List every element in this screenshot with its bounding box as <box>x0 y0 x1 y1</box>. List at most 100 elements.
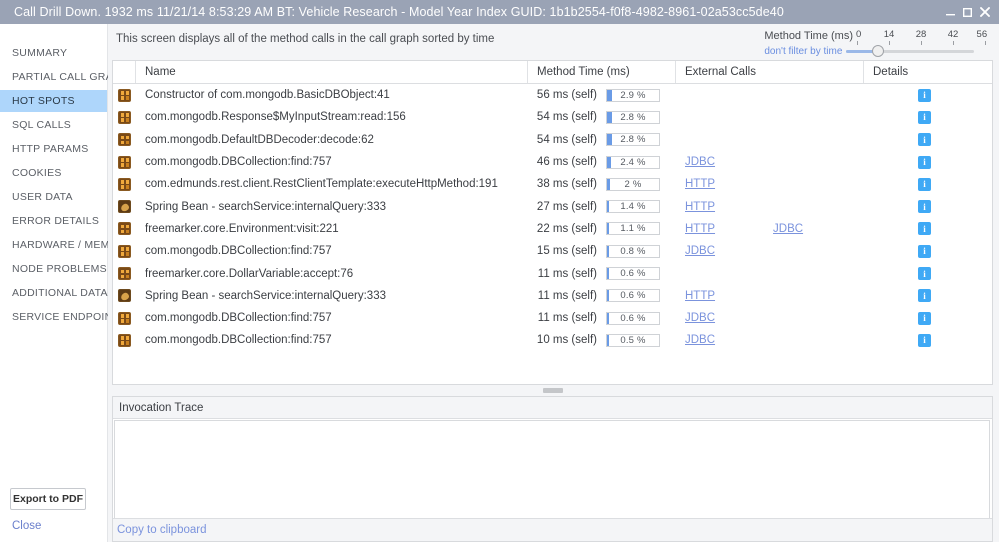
sidebar-item-http-params[interactable]: HTTP PARAMS <box>0 138 107 160</box>
table-row[interactable]: com.mongodb.DBCollection:find:757 46 ms (… <box>113 151 992 173</box>
column-header-name[interactable]: Name <box>136 61 528 83</box>
external-calls-cell <box>676 84 864 106</box>
info-icon[interactable]: i <box>918 200 931 214</box>
toolbar: This screen displays all of the method c… <box>112 24 993 60</box>
method-name-cell[interactable]: com.mongodb.DBCollection:find:757 <box>136 240 528 262</box>
external-calls-cell: HTTP <box>676 173 864 195</box>
method-time-cell: 11 ms (self) 0.6 % <box>528 285 676 307</box>
table-row[interactable]: com.mongodb.DBCollection:find:757 11 ms (… <box>113 307 992 329</box>
sidebar-item-sql-calls[interactable]: SQL CALLS <box>0 114 107 136</box>
export-to-pdf-button[interactable]: Export to PDF <box>10 488 86 510</box>
sidebar-item-hot-spots[interactable]: HOT SPOTS <box>0 90 107 112</box>
method-name-cell[interactable]: com.mongodb.DBCollection:find:757 <box>136 329 528 351</box>
method-time-cell: 22 ms (self) 1.1 % <box>528 218 676 240</box>
method-grid-icon <box>118 267 131 281</box>
details-cell: i <box>864 285 992 307</box>
method-name-cell[interactable]: freemarker.core.DollarVariable:accept:76 <box>136 262 528 284</box>
sidebar-item-error-details[interactable]: ERROR DETAILS <box>0 210 107 232</box>
sidebar-item-summary[interactable]: SUMMARY <box>0 42 107 64</box>
percent-bar-label: 1.1 % <box>620 223 646 235</box>
info-icon[interactable]: i <box>918 177 931 191</box>
method-name-cell[interactable]: Spring Bean - searchService:internalQuer… <box>136 195 528 217</box>
external-calls-cell: HTTP <box>676 195 864 217</box>
details-cell: i <box>864 307 992 329</box>
method-name-cell[interactable]: com.edmunds.rest.client.RestClientTempla… <box>136 173 528 195</box>
table-row[interactable]: com.mongodb.DBCollection:find:757 15 ms (… <box>113 240 992 262</box>
percent-bar-label: 0.5 % <box>620 334 646 346</box>
call-drill-down-window: Call Drill Down. 1932 ms 11/21/14 8:53:2… <box>0 0 999 542</box>
close-link[interactable]: Close <box>12 520 107 532</box>
spring-bean-icon <box>118 289 131 303</box>
table-row[interactable]: com.mongodb.Response$MyInputStream:read:… <box>113 106 992 128</box>
external-call-link[interactable]: JDBC <box>685 156 715 168</box>
close-icon[interactable] <box>976 2 993 22</box>
external-call-link[interactable]: HTTP <box>685 201 715 213</box>
sidebar-item-partial-call-graph[interactable]: PARTIAL CALL GRAPH <box>0 66 128 88</box>
table-row[interactable]: Constructor of com.mongodb.BasicDBObject… <box>113 84 992 106</box>
column-header-external-calls[interactable]: External Calls <box>676 61 864 83</box>
info-icon[interactable]: i <box>918 244 931 258</box>
percent-bar-label: 2.4 % <box>620 156 646 168</box>
sidebar-item-additional-data[interactable]: ADDITIONAL DATA <box>0 282 107 304</box>
method-name-cell[interactable]: com.mongodb.DBCollection:find:757 <box>136 151 528 173</box>
method-name-cell[interactable]: Constructor of com.mongodb.BasicDBObject… <box>136 84 528 106</box>
table-row[interactable]: com.mongodb.DefaultDBDecoder:decode:62 54… <box>113 129 992 151</box>
sidebar-item-cookies[interactable]: COOKIES <box>0 162 107 184</box>
table-row[interactable]: Spring Bean - searchService:internalQuer… <box>113 285 992 307</box>
method-name-cell[interactable]: com.mongodb.DBCollection:find:757 <box>136 307 528 329</box>
sidebar-item-service-endpoints[interactable]: SERVICE ENDPOINTS <box>0 306 126 328</box>
dont-filter-by-time-link[interactable]: don't filter by time <box>764 46 842 57</box>
table-row[interactable]: Spring Bean - searchService:internalQuer… <box>113 195 992 217</box>
info-icon[interactable]: i <box>918 289 931 303</box>
sidebar-item-node-problems[interactable]: NODE PROBLEMS <box>0 258 107 280</box>
external-call-link[interactable]: JDBC <box>685 334 715 346</box>
table-row[interactable]: com.edmunds.rest.client.RestClientTempla… <box>113 173 992 195</box>
column-header-method-time[interactable]: Method Time (ms) <box>528 61 676 83</box>
method-name-cell[interactable]: freemarker.core.Environment:visit:221 <box>136 218 528 240</box>
method-name-cell[interactable]: com.mongodb.Response$MyInputStream:read:… <box>136 106 528 128</box>
external-call-link-secondary[interactable]: JDBC <box>773 223 803 235</box>
method-time-percent-bar: 0.6 % <box>606 267 660 281</box>
method-time-slider[interactable] <box>846 45 975 57</box>
info-icon[interactable]: i <box>918 133 931 147</box>
info-icon[interactable]: i <box>918 267 931 281</box>
minimize-icon[interactable] <box>942 2 959 22</box>
external-call-link[interactable]: JDBC <box>685 245 715 257</box>
filter-scale-row: Method Time (ms) 0 14 28 42 56 <box>764 29 987 45</box>
method-time-filter: Method Time (ms) 0 14 28 42 56 don't filter … <box>764 29 993 57</box>
external-call-link[interactable]: HTTP <box>685 223 715 235</box>
splitter-handle[interactable] <box>542 388 563 393</box>
method-name-cell[interactable]: com.mongodb.DefaultDBDecoder:decode:62 <box>136 129 528 151</box>
sidebar-item-user-data[interactable]: USER DATA <box>0 186 107 208</box>
invocation-trace-content[interactable] <box>114 420 990 518</box>
panel-splitter[interactable] <box>112 385 993 397</box>
copy-to-clipboard-link[interactable]: Copy to clipboard <box>117 524 207 536</box>
info-icon[interactable]: i <box>918 311 931 325</box>
row-icon-cell <box>113 218 136 240</box>
row-icon-cell <box>113 84 136 106</box>
external-call-link[interactable]: HTTP <box>685 290 715 302</box>
table-row[interactable]: freemarker.core.DollarVariable:accept:76… <box>113 262 992 284</box>
column-header-details[interactable]: Details <box>864 61 992 83</box>
external-call-link[interactable]: HTTP <box>685 178 715 190</box>
table-row[interactable]: com.mongodb.DBCollection:find:757 10 ms (… <box>113 329 992 351</box>
window-title: Call Drill Down. 1932 ms 11/21/14 8:53:2… <box>14 5 784 19</box>
details-cell: i <box>864 218 992 240</box>
main-content: This screen displays all of the method c… <box>108 24 999 542</box>
slider-thumb[interactable] <box>872 45 885 57</box>
method-time-percent-bar: 2.9 % <box>606 88 660 102</box>
info-icon[interactable]: i <box>918 88 931 102</box>
external-call-link[interactable]: JDBC <box>685 312 715 324</box>
details-cell: i <box>864 262 992 284</box>
sidebar-item-hardware-mem[interactable]: HARDWARE / MEM <box>0 234 109 256</box>
row-icon-cell <box>113 151 136 173</box>
info-icon[interactable]: i <box>918 333 931 347</box>
info-icon[interactable]: i <box>918 110 931 124</box>
info-icon[interactable]: i <box>918 155 931 169</box>
maximize-icon[interactable] <box>959 2 976 22</box>
method-name-cell[interactable]: Spring Bean - searchService:internalQuer… <box>136 285 528 307</box>
info-icon[interactable]: i <box>918 222 931 236</box>
table-row[interactable]: freemarker.core.Environment:visit:221 22 … <box>113 218 992 240</box>
row-icon-cell <box>113 307 136 329</box>
method-time-cell: 56 ms (self) 2.9 % <box>528 84 676 106</box>
